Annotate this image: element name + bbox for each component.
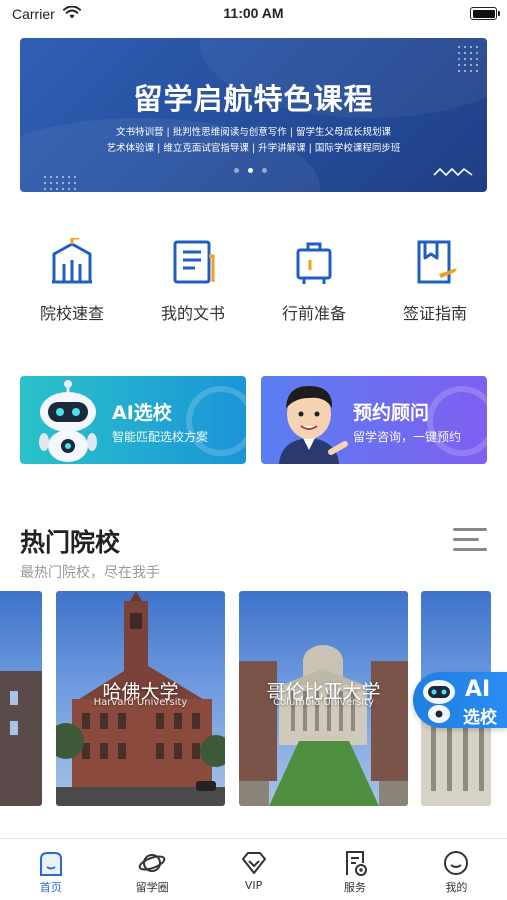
carousel-dot-active[interactable]: [248, 168, 253, 173]
tab-label: 首页: [39, 881, 62, 894]
quick-action-university-search[interactable]: 院校速查: [22, 238, 122, 324]
promo-title: AI选校: [112, 402, 172, 424]
tab-vip[interactable]: VIP: [203, 839, 304, 900]
bottom-tab-bar: 首页 留学圈 VIP 服务 我的: [0, 838, 507, 900]
planet-icon: [138, 854, 166, 872]
quick-action-label: 院校速查: [39, 304, 104, 323]
campus-image: [0, 671, 42, 806]
quick-action-label: 行前准备: [281, 304, 346, 323]
school-name-en: Columbia University: [273, 697, 374, 708]
zigzag-decoration: [433, 167, 473, 177]
status-time: 11:00 AM: [223, 5, 284, 21]
university-icon: [52, 238, 92, 284]
school-card[interactable]: 哈佛大学 Harvard University: [56, 591, 225, 806]
tab-profile[interactable]: 我的: [406, 839, 507, 900]
robot-icon: [423, 680, 455, 723]
carousel-dot[interactable]: [234, 168, 239, 173]
document-icon: [173, 240, 215, 284]
school-card[interactable]: 哥伦比亚大学 Columbia University: [239, 591, 408, 806]
service-icon: [345, 851, 367, 876]
tab-services[interactable]: 服务: [304, 839, 405, 900]
status-bar: Carrier 11:00 AM: [0, 0, 507, 28]
quick-actions: 院校速查 我的文书 行前准备 签证指南: [20, 238, 487, 324]
robot-icon: [39, 380, 97, 462]
tab-study-circle[interactable]: 留学圈: [101, 839, 202, 900]
ai-float-label: AI: [465, 677, 491, 702]
quick-action-departure-prep[interactable]: 行前准备: [264, 238, 364, 324]
school-name-en: Harvard University: [93, 697, 188, 708]
tab-label: 服务: [343, 881, 366, 894]
tab-label: 我的: [445, 881, 468, 894]
book-consultant-card[interactable]: 预约顾问 留学咨询，一键预约: [261, 376, 487, 464]
consultant-avatar-icon: [279, 386, 348, 464]
banner-course-list: 文书特训营 | 批判性思维阅读与创意写作 | 留学生父母成长规划课: [116, 127, 391, 138]
promo-subtitle: 留学咨询，一键预约: [353, 430, 462, 444]
menu-icon[interactable]: [453, 526, 487, 554]
promo-banner[interactable]: 留学启航特色课程 文书特训营 | 批判性思维阅读与创意写作 | 留学生父母成长规…: [20, 38, 487, 192]
promo-subtitle: 智能匹配选校方案: [112, 430, 209, 444]
quick-action-visa-guide[interactable]: 签证指南: [385, 238, 485, 324]
battery-icon: [470, 7, 500, 20]
carousel-dot[interactable]: [262, 168, 267, 173]
banner-course-list: 艺术体验课 | 维立克面试官指导课 | 升学讲解课 | 国际学校课程同步班: [106, 143, 401, 154]
school-card-partial[interactable]: [0, 591, 42, 806]
section-subtitle: 最热门院校，尽在我手: [20, 565, 160, 581]
carousel-indicator[interactable]: [234, 168, 267, 173]
luggage-icon: [296, 242, 332, 284]
tab-label: 留学圈: [135, 881, 169, 894]
dot-pattern-decoration: [42, 174, 76, 192]
quick-action-label: 签证指南: [402, 304, 467, 323]
quick-action-my-documents[interactable]: 我的文书: [143, 238, 243, 324]
promo-title: 预约顾问: [353, 402, 430, 424]
ai-school-selection-float-button[interactable]: AI 选校: [413, 672, 507, 728]
banner-title: 留学启航特色课程: [133, 82, 374, 116]
profile-icon: [444, 851, 469, 875]
ai-school-selection-card[interactable]: AI选校 智能匹配选校方案: [20, 376, 246, 464]
visa-icon: [417, 240, 457, 284]
home-icon: [39, 852, 62, 876]
tab-label: VIP: [244, 879, 263, 892]
tab-home[interactable]: 首页: [0, 839, 101, 900]
dot-pattern-decoration: [456, 44, 482, 74]
diamond-icon: [241, 852, 266, 874]
section-title: 热门院校: [20, 528, 121, 557]
quick-action-label: 我的文书: [160, 304, 225, 323]
ai-float-label: 选校: [463, 708, 497, 728]
